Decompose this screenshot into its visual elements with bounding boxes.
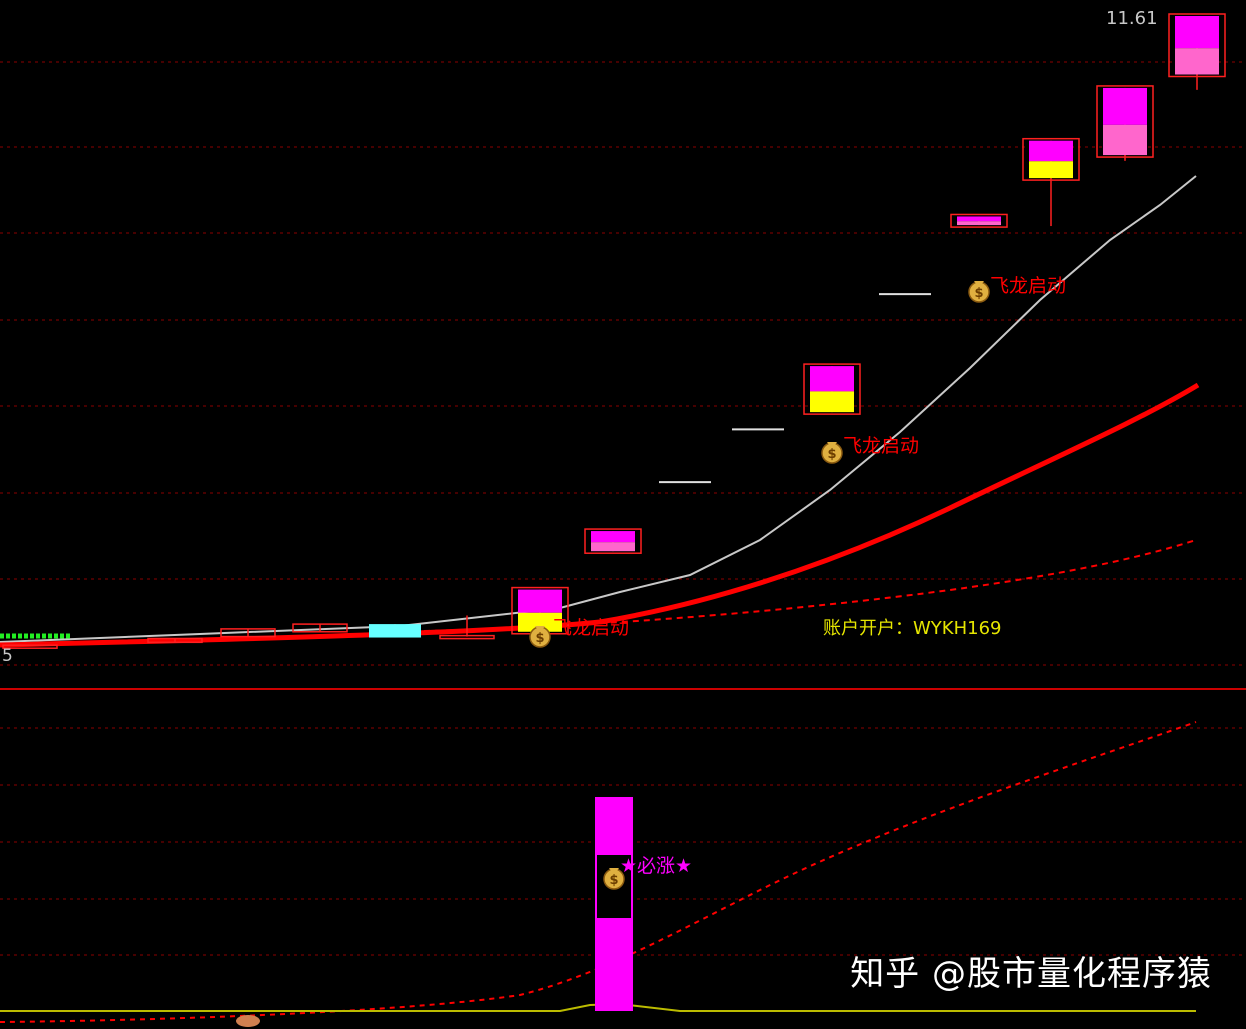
candle-body-top xyxy=(591,531,635,543)
svg-text:$: $ xyxy=(609,873,618,888)
candle-body-bottom xyxy=(1029,161,1073,179)
candle-body-bottom xyxy=(1103,124,1147,156)
signal-label-3: 飞龙启动 xyxy=(990,275,1066,297)
candle xyxy=(803,363,861,415)
bottom-marker-icon xyxy=(236,1015,260,1027)
candle-body-bottom xyxy=(1175,48,1219,75)
candle-body-bottom xyxy=(810,391,854,413)
watermark: 知乎 @股市量化程序猿 xyxy=(850,954,1212,994)
candle-body-bottom xyxy=(591,542,635,552)
price-label-top: 11.61 xyxy=(1106,8,1158,29)
candle-body xyxy=(369,624,421,638)
candle-body-top xyxy=(810,366,854,392)
money-bag-icon: $ xyxy=(603,868,625,890)
candle-body-top xyxy=(1029,140,1073,162)
candle xyxy=(584,528,642,554)
signal-label-2: 飞龙启动 xyxy=(843,435,919,457)
candle xyxy=(369,624,421,638)
price-label-left: 5 xyxy=(2,646,13,666)
money-bag-icon: $ xyxy=(529,626,551,648)
candle-body-top xyxy=(1103,87,1147,125)
candle-body-top xyxy=(518,589,562,613)
lower-signal-label: ★必涨★ xyxy=(620,855,692,877)
candle xyxy=(1096,85,1154,161)
account-text: 账户开户：WYKH169 xyxy=(823,618,1002,639)
money-bag-icon: $ xyxy=(821,442,843,464)
signal-label-1: 飞龙启动 xyxy=(553,617,629,639)
svg-text:$: $ xyxy=(974,286,983,301)
svg-text:$: $ xyxy=(535,631,544,646)
stock-chart: 11.61 5 飞龙启动 飞龙启动 飞龙启动 账户开户：WYKH169 ★必涨★… xyxy=(0,0,1246,1029)
candle-body-top xyxy=(957,216,1001,222)
candle-body-top xyxy=(1175,16,1219,49)
money-bag-icon: $ xyxy=(968,281,990,303)
candle-body-bottom xyxy=(957,221,1001,226)
svg-text:$: $ xyxy=(827,447,836,462)
